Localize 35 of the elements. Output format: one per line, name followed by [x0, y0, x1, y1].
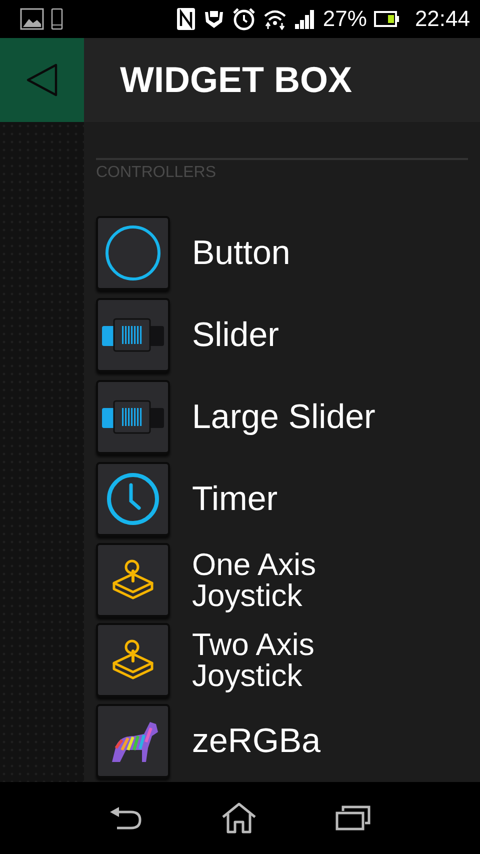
clock-icon: [105, 471, 161, 527]
widget-tile[interactable]: [96, 543, 170, 617]
battery-icon: [374, 11, 400, 27]
wifi-icon: [262, 8, 287, 30]
widget-tile[interactable]: [96, 298, 170, 372]
battery-percentage: 27%: [322, 6, 367, 32]
widget-tile[interactable]: [96, 380, 170, 454]
slider-icon: [100, 399, 166, 435]
widget-label: zeRGBa: [192, 724, 320, 758]
alarm-icon: [232, 7, 256, 31]
home-icon: [221, 802, 257, 834]
back-arrow-icon: [109, 805, 143, 831]
nfc-icon: [176, 7, 196, 31]
phone-icon: [51, 8, 63, 30]
circle-icon: [104, 224, 162, 282]
widget-label: Button: [192, 236, 290, 270]
clock-time: 22:44: [414, 6, 470, 32]
picture-icon: [20, 8, 44, 30]
recent-apps-icon: [335, 805, 371, 831]
hands-icon: [202, 8, 225, 30]
widget-label: Two Axis Joystick: [192, 629, 316, 691]
widget-label: One Axis Joystick: [192, 549, 318, 611]
signal-icon: [294, 9, 316, 29]
widget-tile[interactable]: [96, 704, 170, 778]
widget-tile[interactable]: [96, 216, 170, 290]
back-triangle-icon: [25, 63, 59, 97]
widget-label: Slider: [192, 318, 279, 352]
joystick-icon: [112, 639, 154, 681]
widget-tile[interactable]: [96, 623, 170, 697]
slider-icon: [100, 317, 166, 353]
widget-tile[interactable]: [96, 462, 170, 536]
header-title: WIDGET BOX: [120, 59, 352, 101]
widget-label: Large Slider: [192, 400, 376, 434]
widget-label: Timer: [192, 482, 278, 516]
joystick-icon: [112, 559, 154, 601]
